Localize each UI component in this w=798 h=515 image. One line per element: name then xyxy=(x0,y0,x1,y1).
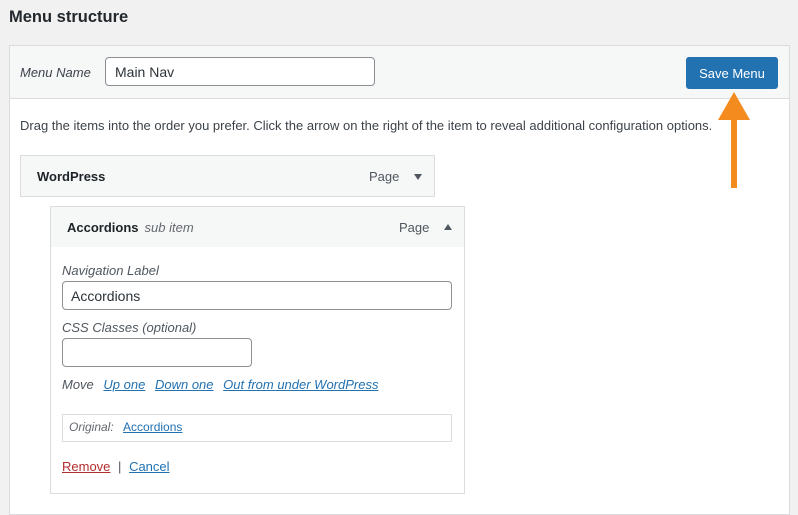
menu-item-settings: Navigation Label CSS Classes (optional) … xyxy=(50,247,465,494)
actions-separator: | xyxy=(118,459,122,474)
navigation-label-input[interactable] xyxy=(62,281,452,310)
move-down-one-link[interactable]: Down one xyxy=(155,377,214,392)
original-label: Original: xyxy=(69,420,114,434)
move-label: Move xyxy=(62,377,94,392)
triangle-down-icon[interactable] xyxy=(414,174,422,180)
original-box: Original: Accordions xyxy=(62,414,452,442)
css-classes-input[interactable] xyxy=(62,338,252,367)
menu-item-type: Page xyxy=(399,220,430,235)
original-link[interactable]: Accordions xyxy=(123,420,182,434)
menu-item-title: WordPress xyxy=(37,169,106,184)
arrow-up-annotation xyxy=(718,92,750,188)
triangle-up-icon[interactable] xyxy=(444,224,452,230)
menu-item-accordions[interactable]: Accordions sub item Page xyxy=(50,206,465,248)
save-menu-button[interactable]: Save Menu xyxy=(686,57,778,89)
menu-item-type: Page xyxy=(369,169,400,184)
menu-name-input[interactable] xyxy=(105,57,375,86)
move-row: Move Up one Down one Out from under Word… xyxy=(62,377,378,392)
css-classes-label: CSS Classes (optional) xyxy=(62,320,197,335)
menu-item-title: Accordions sub item xyxy=(67,220,194,235)
menu-item-title-text: Accordions xyxy=(67,220,139,235)
menu-item-subtitle: sub item xyxy=(144,220,194,235)
navigation-label-label: Navigation Label xyxy=(62,263,159,278)
instructions-text: Drag the items into the order you prefer… xyxy=(20,118,713,133)
menu-name-label: Menu Name xyxy=(20,65,91,80)
move-up-one-link[interactable]: Up one xyxy=(103,377,145,392)
remove-link[interactable]: Remove xyxy=(62,459,110,474)
menu-item-wordpress[interactable]: WordPress Page xyxy=(20,155,435,197)
cancel-link[interactable]: Cancel xyxy=(129,459,169,474)
menu-structure-panel: Menu Name Save Menu Drag the items into … xyxy=(9,45,790,515)
page-title: Menu structure xyxy=(9,8,129,26)
menu-header: Menu Name Save Menu xyxy=(10,46,789,99)
move-out-from-under-link[interactable]: Out from under WordPress xyxy=(223,377,378,392)
item-actions: Remove | Cancel xyxy=(62,459,170,474)
